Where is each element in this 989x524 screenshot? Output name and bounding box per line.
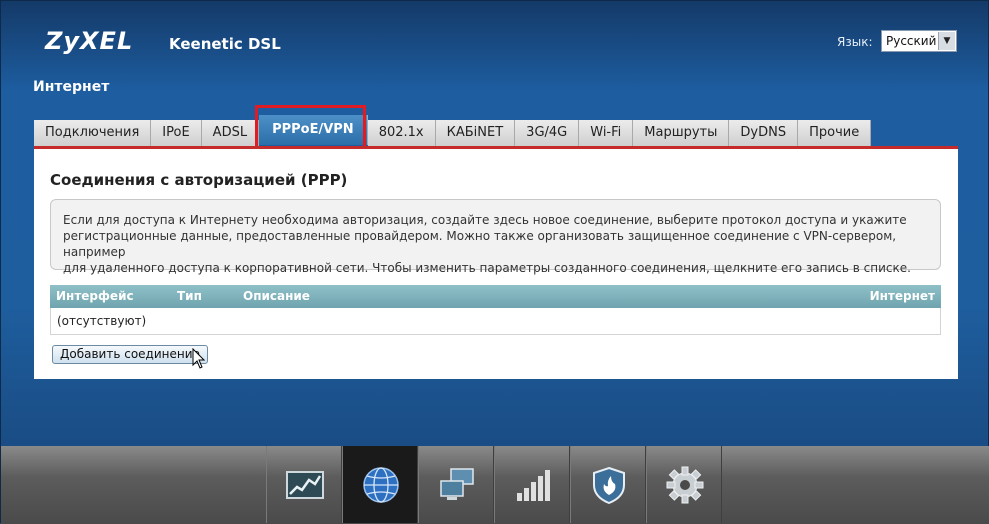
dock-item-system[interactable] [646, 446, 722, 523]
table-row-empty: (отсутствуют) [50, 308, 941, 335]
bottom-dock [1, 446, 989, 524]
language-select[interactable]: Русский ▼ [881, 30, 957, 52]
model-name: Keenetic DSL [169, 35, 281, 53]
router-web-ui: ZyXEL Keenetic DSL Язык: Русский ▼ Интер… [0, 0, 989, 524]
dock-item-home-network[interactable] [418, 446, 494, 523]
tab-pppoe-vpn[interactable]: PPPoE/VPN [259, 115, 368, 145]
content-panel: Соединения с авторизацией (PPP) Если для… [34, 146, 958, 379]
tab-dydns[interactable]: DyDNS [729, 120, 799, 146]
tab-bar: Подключения IPoE ADSL PPPoE/VPN 802.1x К… [34, 115, 872, 146]
chevron-down-icon[interactable]: ▼ [938, 32, 955, 50]
shield-icon [593, 466, 625, 505]
tab-other[interactable]: Прочие [798, 120, 872, 146]
info-text-line: регистрационные данные, предоставленные … [63, 229, 897, 259]
network-computers-icon [440, 468, 474, 500]
tab-adsl[interactable]: ADSL [201, 120, 260, 146]
info-text-line: Если для доступа к Интернету необходима … [63, 213, 907, 227]
column-header-internet: Интернет [869, 289, 935, 303]
dock-item-internet[interactable] [342, 446, 418, 523]
gear-icon [666, 466, 704, 504]
column-header-type: Тип [177, 289, 202, 303]
mouse-cursor-icon [192, 348, 206, 369]
zyxel-logo: ZyXEL [45, 27, 134, 55]
table-header: Интерфейс Тип Описание Интернет [50, 285, 941, 308]
info-box: Если для доступа к Интернету необходима … [50, 199, 941, 275]
tab-3g4g[interactable]: 3G/4G [515, 120, 580, 146]
globe-icon [363, 467, 399, 503]
column-header-description: Описание [243, 289, 310, 303]
page-title: Интернет [33, 79, 110, 95]
add-connection-button[interactable]: Добавить соединение [52, 345, 208, 364]
dock-item-security[interactable] [570, 446, 646, 523]
info-text-line: для удаленного доступа к корпоративной с… [63, 261, 911, 275]
chart-icon [286, 471, 324, 499]
tab-routes[interactable]: Маршруты [633, 120, 730, 146]
tab-8021x[interactable]: 802.1x [367, 120, 436, 146]
signal-bars-icon [517, 470, 550, 501]
column-header-interface: Интерфейс [56, 289, 134, 303]
dock-item-monitor[interactable] [266, 446, 342, 523]
tab-connections[interactable]: Подключения [34, 120, 152, 146]
tab-wifi[interactable]: Wi-Fi [579, 120, 634, 146]
tab-ipoe[interactable]: IPoE [151, 120, 202, 146]
panel-title: Соединения с авторизацией (PPP) [50, 171, 348, 189]
language-label: Язык: [837, 35, 873, 49]
dock-item-wifi[interactable] [494, 446, 570, 523]
tab-kabinet[interactable]: КАБiNET [435, 120, 516, 146]
language-selected-value: Русский [886, 34, 937, 48]
